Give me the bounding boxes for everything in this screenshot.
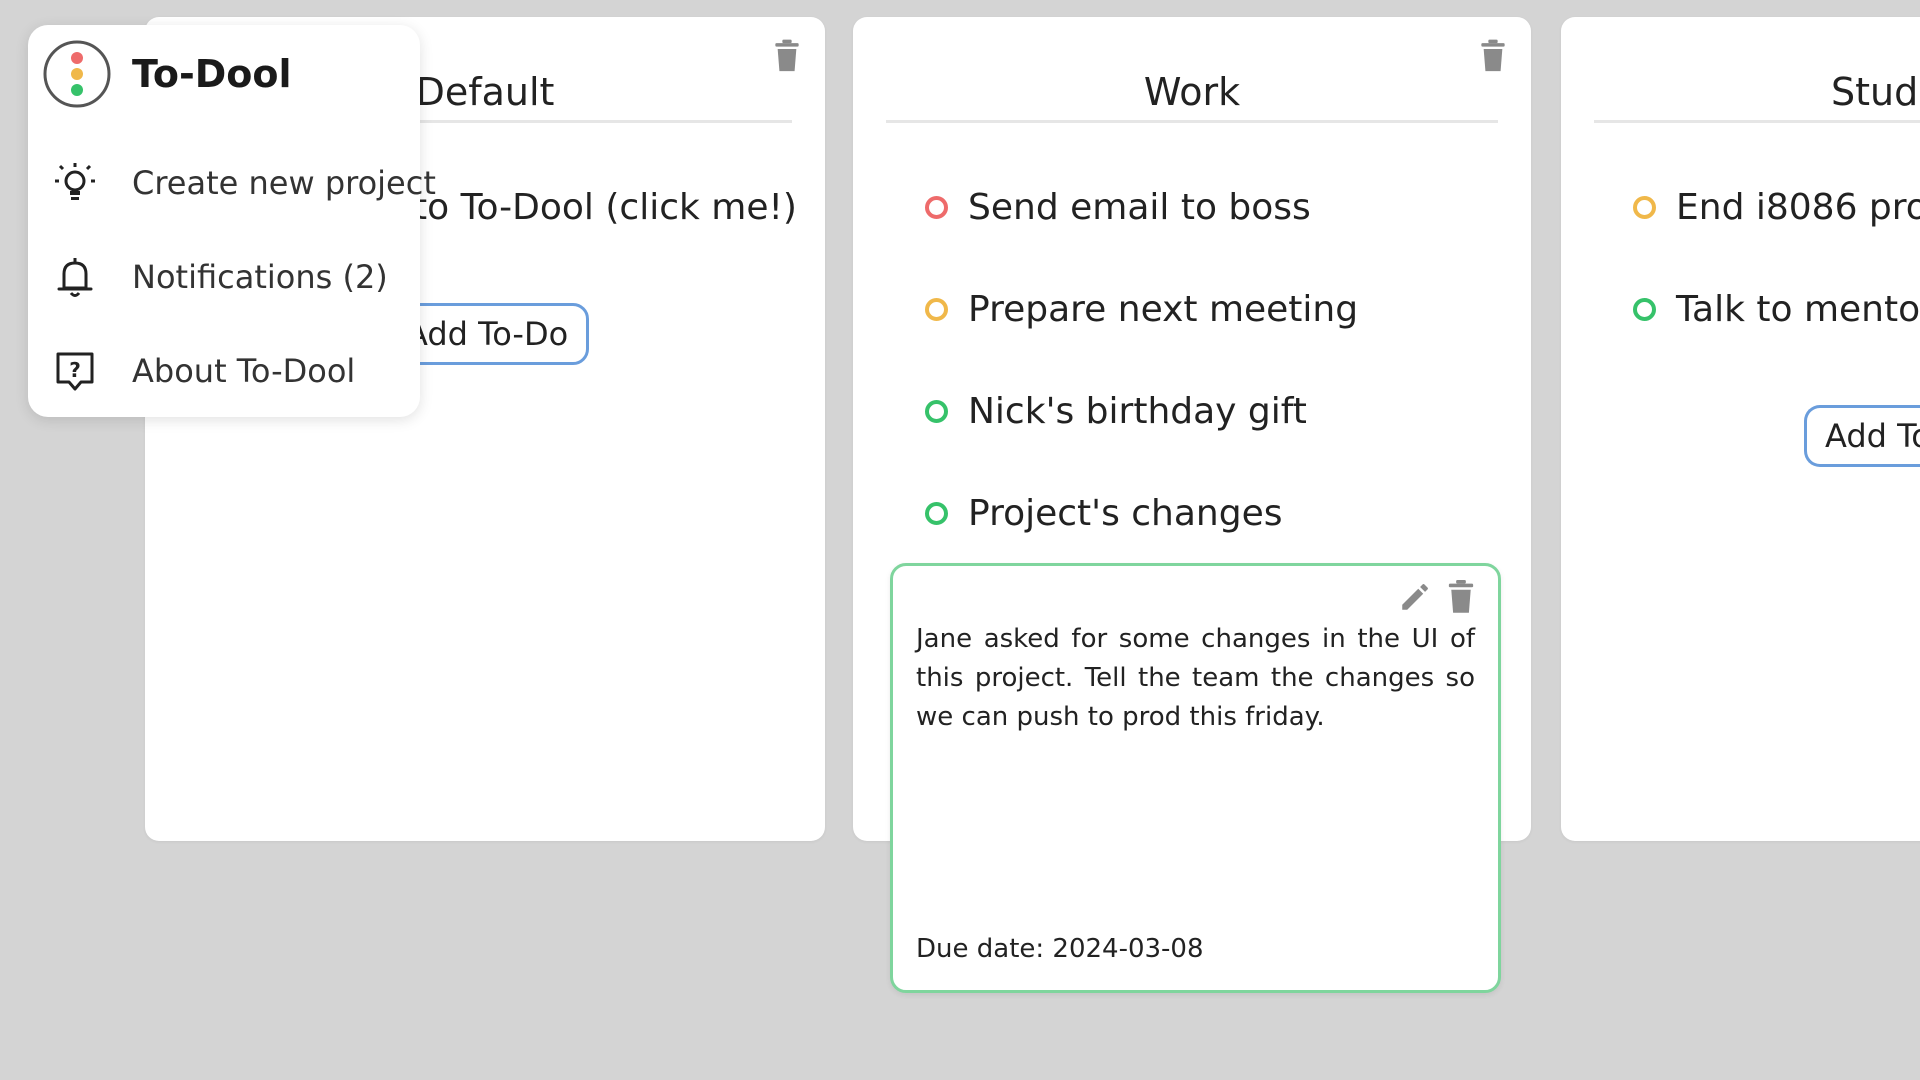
- sidebar-item-about[interactable]: ? About To-Dool: [50, 341, 355, 401]
- svg-text:?: ?: [69, 358, 81, 382]
- sidebar-item-create-project[interactable]: Create new project: [50, 153, 436, 213]
- sidebar-item-label: Notifications (2): [132, 258, 388, 296]
- project-card-studies: Studi End i8086 proje Talk to mentor Add…: [1561, 17, 1920, 841]
- note-actions: [1398, 580, 1478, 614]
- title-divider: [1594, 120, 1920, 123]
- sidebar-item-label: Create new project: [132, 164, 436, 202]
- todo-item[interactable]: Nick's birthday gift: [925, 387, 1307, 435]
- traffic-light-logo-icon: [43, 40, 111, 108]
- todo-item[interactable]: Project's changes: [925, 489, 1283, 537]
- todo-item[interactable]: Talk to mentor: [1633, 285, 1920, 333]
- status-dot-green: [925, 399, 948, 423]
- pencil-icon[interactable]: [1398, 580, 1432, 614]
- todo-label: End i8086 proje: [1676, 186, 1920, 228]
- todo-item[interactable]: Prepare next meeting: [925, 285, 1358, 333]
- add-todo-button[interactable]: Add To: [1804, 405, 1920, 467]
- brand[interactable]: To-Dool: [42, 39, 292, 109]
- project-title: Studi: [1831, 70, 1920, 114]
- sidebar-menu: To-Dool Create new project Notifications…: [28, 25, 436, 417]
- status-dot-yellow: [1633, 195, 1656, 219]
- app-name: To-Dool: [132, 52, 292, 96]
- todo-item[interactable]: to To-Dool (click me!): [413, 183, 797, 231]
- sidebar-item-notifications[interactable]: Notifications (2): [50, 247, 388, 307]
- todo-label: Prepare next meeting: [968, 288, 1359, 330]
- todo-label: Talk to mentor: [1676, 288, 1920, 330]
- status-dot-yellow: [925, 297, 948, 321]
- help-bubble-icon: ?: [56, 352, 94, 391]
- todo-label: Send email to boss: [968, 186, 1311, 228]
- lightbulb-icon: [55, 163, 95, 200]
- trash-icon[interactable]: [773, 39, 801, 73]
- status-dot-red: [925, 195, 948, 219]
- title-divider: [886, 120, 1498, 123]
- bell-icon: [57, 258, 93, 297]
- todo-detail-note: Jane asked for some changes in the UI of…: [890, 563, 1501, 993]
- sidebar-item-label: About To-Dool: [132, 352, 356, 390]
- project-title: Work: [1143, 70, 1241, 114]
- status-dot-green: [1633, 297, 1656, 321]
- app-root: Default to To-Dool (click me!) Add To-Do…: [0, 0, 1920, 1080]
- note-description: Jane asked for some changes in the UI of…: [916, 624, 1475, 732]
- status-dot-green: [925, 501, 948, 525]
- trash-icon[interactable]: [1479, 39, 1507, 73]
- trash-icon[interactable]: [1444, 580, 1478, 614]
- todo-label: Nick's birthday gift: [968, 390, 1307, 432]
- note-due-date: Due date: 2024-03-08: [916, 934, 1204, 964]
- todo-item[interactable]: End i8086 proje: [1633, 183, 1920, 231]
- todo-label: Project's changes: [968, 492, 1283, 534]
- todo-label: to To-Dool (click me!): [413, 186, 797, 228]
- todo-item[interactable]: Send email to boss: [925, 183, 1311, 231]
